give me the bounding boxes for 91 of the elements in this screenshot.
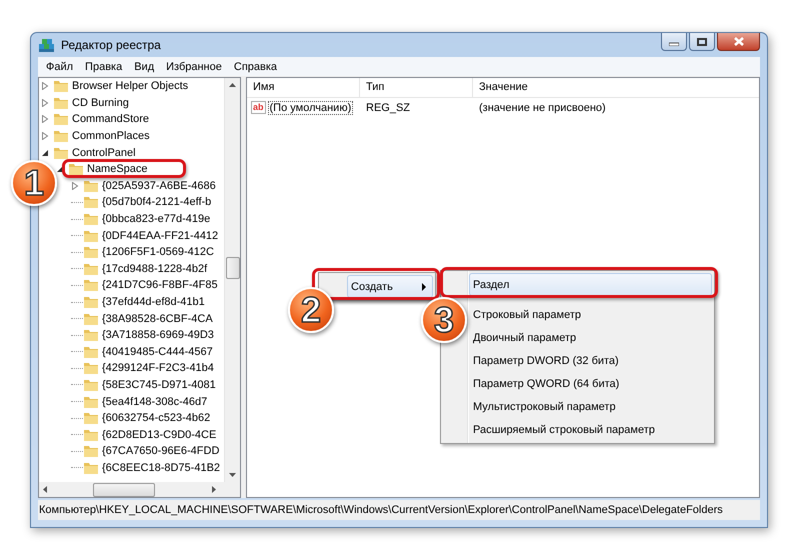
column-header[interactable]: Значение <box>473 78 759 97</box>
tree-item[interactable]: {37efd44d-ef8d-41b1 <box>102 296 205 308</box>
tree-item[interactable]: {40419485-C444-4567 <box>102 346 213 358</box>
scroll-right-icon[interactable] <box>212 486 216 493</box>
menu-item[interactable]: Избранное <box>160 60 228 72</box>
folder-icon <box>83 178 99 193</box>
minimize-button[interactable] <box>661 33 687 51</box>
menu-item[interactable]: Параметр QWORD (64 бита) <box>469 372 712 395</box>
tree-item[interactable]: CommonPlaces <box>72 130 150 142</box>
expand-icon[interactable] <box>41 98 49 107</box>
tree-item[interactable]: {0DF44EAA-FF21-4412 <box>102 230 218 242</box>
menu-item[interactable]: Параметр DWORD (32 бита) <box>469 349 712 372</box>
tree-item[interactable]: {05d7b0f4-2121-4eff-b <box>102 196 212 208</box>
tree-item[interactable]: Browser Helper Objects <box>72 80 188 92</box>
step-number: 1 <box>11 160 57 206</box>
tree-item[interactable]: CommandStore <box>72 113 150 126</box>
menu-item[interactable]: Раздел <box>469 273 712 296</box>
column-header[interactable]: Имя <box>247 78 360 97</box>
scroll-thumb[interactable] <box>93 482 155 496</box>
menu-item[interactable]: Правка <box>79 60 128 72</box>
tree-item[interactable]: {38A98528-6CBF-4CA <box>102 312 213 325</box>
folder-icon <box>53 79 69 94</box>
folder-icon <box>83 344 99 359</box>
folder-icon <box>83 295 99 310</box>
folder-icon <box>53 146 69 160</box>
tree-item[interactable]: {0bbca823-e77d-419e <box>102 213 210 226</box>
string-value-icon: ab <box>251 101 266 114</box>
close-icon <box>732 37 744 46</box>
status-bar: Компьютер\HKEY_LOCAL_MACHINE\SOFTWARE\Microsoft\Windows\CurrentVersion\Explorer\ControlPanel\NameSpace\DelegateFolders <box>38 500 760 520</box>
folder-icon <box>83 460 99 475</box>
collapse-icon[interactable] <box>41 148 49 157</box>
folder-icon <box>53 129 69 144</box>
folder-icon <box>83 378 99 392</box>
folder-icon <box>83 444 99 458</box>
tree-item[interactable]: {17cd9488-1228-4b2f <box>102 262 208 275</box>
cubes-icon <box>38 37 56 53</box>
folder-icon <box>83 278 99 292</box>
tree-item[interactable]: {1206F5F1-0569-412C <box>102 246 214 258</box>
vertical-scrollbar[interactable] <box>224 78 240 482</box>
folder-icon <box>53 112 69 126</box>
tree-item[interactable]: {4299124F-F2C3-41b4 <box>102 362 214 374</box>
folder-icon <box>83 428 99 442</box>
maximize-button[interactable] <box>689 33 715 51</box>
table-cell[interactable]: (По умолчанию) <box>268 100 354 114</box>
scroll-down-icon[interactable] <box>229 473 236 477</box>
tree-item[interactable]: {3A718858-6969-49D3 <box>102 329 214 342</box>
tree-item[interactable]: {025A5937-A6BE-4686 <box>102 180 216 192</box>
column-header[interactable]: Тип <box>360 78 473 97</box>
folder-icon <box>83 312 99 326</box>
tree-item[interactable]: {67CA7650-96E6-4FDD <box>102 445 220 458</box>
tree-item[interactable]: {62D8ED13-C9D0-4CE <box>102 428 216 441</box>
folder-icon <box>83 245 99 260</box>
folder-icon <box>83 328 99 342</box>
scroll-up-icon[interactable] <box>229 83 236 87</box>
tree-item[interactable]: {5ea4f148-308c-46d7 <box>102 396 208 408</box>
horizontal-scrollbar[interactable] <box>39 482 240 497</box>
folder-icon <box>83 361 99 376</box>
folder-icon <box>83 195 99 210</box>
expand-icon[interactable] <box>41 82 49 90</box>
menu-item[interactable]: Расширяемый строковый параметр <box>469 418 712 441</box>
menu-item[interactable]: Двоичный параметр <box>469 326 712 349</box>
close-button[interactable] <box>717 33 760 51</box>
tree-item[interactable]: ControlPanel <box>72 146 136 159</box>
folder-icon <box>83 411 99 426</box>
menu-item[interactable]: Справка <box>228 60 284 72</box>
maximize-icon <box>697 38 707 46</box>
folder-icon <box>83 212 99 226</box>
menu-item[interactable]: Строковый параметр <box>469 303 712 326</box>
menu-item[interactable]: Создать <box>347 275 433 298</box>
tree-item[interactable]: {241D7C96-F8BF-4F85 <box>102 279 218 292</box>
window-title: Редактор реестра <box>61 38 162 52</box>
menu-item[interactable]: Мультистроковый параметр <box>469 395 712 418</box>
folder-icon <box>83 228 99 243</box>
tree-item[interactable]: NameSpace <box>87 163 148 176</box>
tree-item[interactable]: {6C8EEC18-8D75-41B2 <box>102 462 220 474</box>
tree-item[interactable]: {60632754-c523-4b62 <box>102 412 210 424</box>
menu-item[interactable]: Вид <box>128 60 160 72</box>
folder-icon <box>53 96 69 110</box>
expand-icon[interactable] <box>41 115 49 124</box>
menu-item[interactable]: Файл <box>40 60 80 72</box>
expand-icon[interactable] <box>71 182 79 190</box>
table-cell-text: REG_SZ <box>365 102 412 114</box>
folder-icon <box>83 394 99 409</box>
scroll-left-icon[interactable] <box>43 486 47 493</box>
table-cell-text: (значение не присвоено) <box>478 102 607 114</box>
tree-item[interactable]: CD Burning <box>72 96 129 109</box>
tree-item[interactable]: {58E3C745-D971-4081 <box>102 378 216 391</box>
folder-icon <box>68 162 84 176</box>
folder-icon <box>83 262 99 276</box>
scroll-thumb[interactable] <box>226 257 240 279</box>
expand-icon[interactable] <box>41 132 49 140</box>
